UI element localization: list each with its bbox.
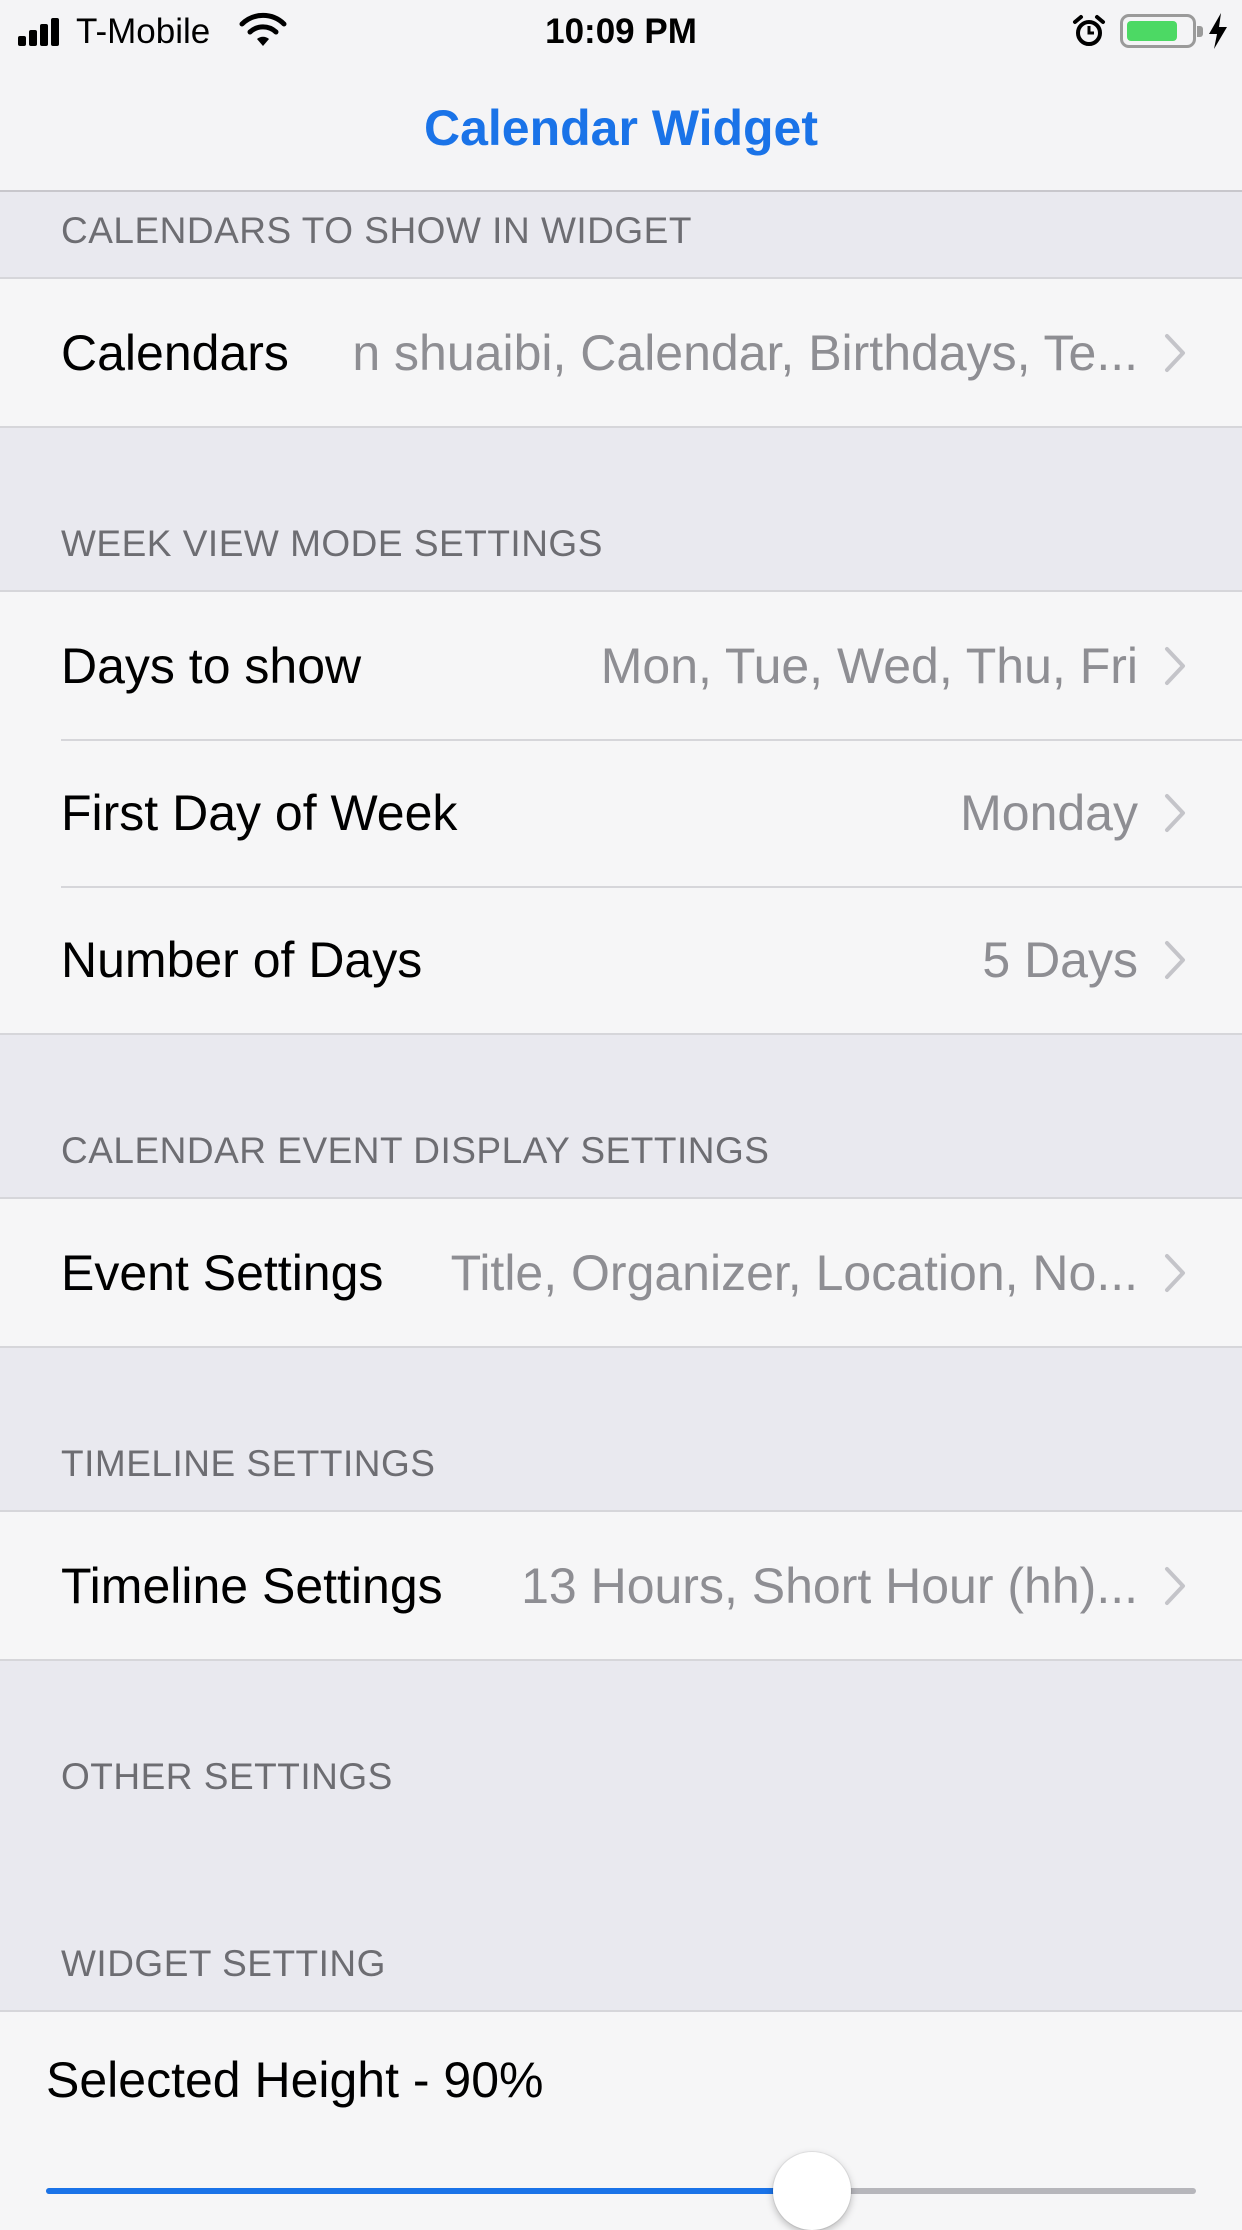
status-bar: T-Mobile 10:09 PM: [0, 0, 1242, 62]
navigation-bar: Calendar Widget: [0, 62, 1242, 192]
section-header-timeline: TIMELINE SETTINGS: [61, 1443, 436, 1484]
selected-height-label: Selected Height - 90%: [46, 2052, 544, 2108]
height-slider[interactable]: [46, 2152, 1196, 2230]
page-title: Calendar Widget: [423, 100, 819, 156]
row-value: 13 Hours, Short Hour (hh)...: [521, 1557, 1138, 1614]
event-settings-row[interactable]: Event Settings Title, Organizer, Locatio…: [0, 1199, 1242, 1346]
section-header-calendars: CALENDARS TO SHOW IN WIDGET: [61, 210, 692, 251]
section-header-week-view: WEEK VIEW MODE SETTINGS: [61, 523, 603, 564]
calendars-row[interactable]: Calendars n shuaibi, Calendar, Birthdays…: [0, 279, 1242, 426]
row-label: Event Settings: [61, 1244, 384, 1301]
alarm-icon: [1073, 15, 1105, 46]
height-slider-fill: [46, 2188, 812, 2194]
days-to-show-row[interactable]: Days to show Mon, Tue, Wed, Thu, Fri: [0, 592, 1242, 739]
height-slider-thumb[interactable]: [773, 2152, 851, 2230]
battery-level-fill: [1127, 21, 1177, 41]
number-of-days-row[interactable]: Number of Days 5 Days: [0, 886, 1242, 1033]
chevron-right-icon: [1165, 333, 1185, 372]
row-label: Days to show: [61, 637, 362, 694]
calendars-group: Calendars n shuaibi, Calendar, Birthdays…: [0, 277, 1242, 428]
chevron-right-icon: [1165, 1566, 1185, 1605]
chevron-right-icon: [1165, 940, 1185, 979]
chevron-right-icon: [1165, 1253, 1185, 1292]
event-display-group: Event Settings Title, Organizer, Locatio…: [0, 1197, 1242, 1348]
row-value: n shuaibi, Calendar, Birthdays, Te...: [352, 324, 1138, 381]
section-header-event-display: CALENDAR EVENT DISPLAY SETTINGS: [61, 1130, 770, 1171]
row-label: First Day of Week: [61, 784, 458, 841]
section-header-other: OTHER SETTINGS: [61, 1756, 393, 1797]
week-view-group: Days to show Mon, Tue, Wed, Thu, Fri Fir…: [0, 590, 1242, 1035]
row-value: Title, Organizer, Location, No...: [450, 1244, 1138, 1301]
charging-bolt-icon: [1209, 13, 1227, 49]
row-value: Monday: [960, 784, 1138, 841]
battery-icon: [1120, 14, 1203, 48]
row-label: Calendars: [61, 324, 289, 381]
chevron-right-icon: [1165, 646, 1185, 685]
clock-time: 10:09 PM: [545, 12, 697, 51]
widget-height-group: Selected Height - 90%: [0, 2010, 1242, 2230]
timeline-group: Timeline Settings 13 Hours, Short Hour (…: [0, 1510, 1242, 1661]
section-header-widget: WIDGET SETTING: [61, 1943, 386, 1984]
timeline-settings-row[interactable]: Timeline Settings 13 Hours, Short Hour (…: [0, 1512, 1242, 1659]
chevron-right-icon: [1165, 793, 1185, 832]
row-label: Timeline Settings: [61, 1557, 443, 1614]
row-value: 5 Days: [982, 931, 1138, 988]
first-day-of-week-row[interactable]: First Day of Week Monday: [0, 739, 1242, 886]
row-label: Number of Days: [61, 931, 423, 988]
row-value: Mon, Tue, Wed, Thu, Fri: [600, 637, 1138, 694]
